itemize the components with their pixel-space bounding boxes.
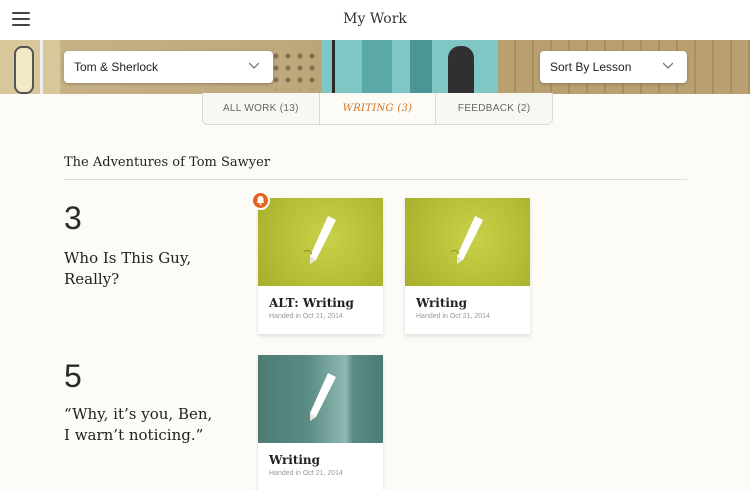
tab-all-work[interactable]: ALL WORK (13) xyxy=(203,93,320,124)
work-card-date: Handed in Oct 21, 2014 xyxy=(269,313,343,320)
sort-select-value: Sort By Lesson xyxy=(550,60,632,74)
tab-writing[interactable]: WRITING (3) xyxy=(319,93,437,124)
top-bar: My Work xyxy=(0,0,750,40)
work-thumbnail xyxy=(258,355,383,443)
divider xyxy=(64,179,687,180)
book-title: The Adventures of Tom Sawyer xyxy=(64,155,271,170)
work-thumbnail xyxy=(258,198,383,286)
pencil-icon xyxy=(310,373,336,421)
book-select[interactable]: Tom & Sherlock xyxy=(64,51,273,83)
work-filter-tabs: ALL WORK (13) WRITING (3) FEEDBACK (2) xyxy=(202,93,553,125)
work-card-title: ALT: Writing xyxy=(269,296,354,310)
work-card-title: Writing xyxy=(416,296,468,310)
pencil-icon xyxy=(303,216,336,264)
work-card[interactable]: Writing Handed in Oct 21, 2014 xyxy=(405,198,530,334)
lesson-number: 3 xyxy=(64,200,82,236)
work-card-date: Handed in Oct 21, 2014 xyxy=(269,470,343,477)
lesson-number: 5 xyxy=(64,358,82,394)
banner-city-illustration xyxy=(322,40,498,94)
banner-footprints-decoration xyxy=(270,50,320,90)
tab-feedback[interactable]: FEEDBACK (2) xyxy=(436,93,552,124)
work-card[interactable]: ALT: Writing Handed in Oct 21, 2014 xyxy=(258,198,383,334)
work-card-title: Writing xyxy=(269,453,321,467)
work-card[interactable]: Writing Handed in Oct 21, 2014 xyxy=(258,355,383,490)
chevron-down-icon xyxy=(249,62,259,69)
work-card-date: Handed in Oct 21, 2014 xyxy=(416,313,490,320)
sort-select[interactable]: Sort By Lesson xyxy=(540,51,687,83)
work-thumbnail xyxy=(405,198,530,286)
chevron-down-icon xyxy=(663,62,673,69)
notification-bell-icon xyxy=(251,191,270,210)
pencil-icon xyxy=(450,216,483,264)
lesson-title: Who Is This Guy, Really? xyxy=(64,249,192,288)
lesson-title: “Why, it’s you, Ben, I warn’t noticing.” xyxy=(64,405,213,444)
banner-character-illustration xyxy=(0,40,60,94)
page-title: My Work xyxy=(343,11,407,27)
book-select-value: Tom & Sherlock xyxy=(74,60,159,74)
